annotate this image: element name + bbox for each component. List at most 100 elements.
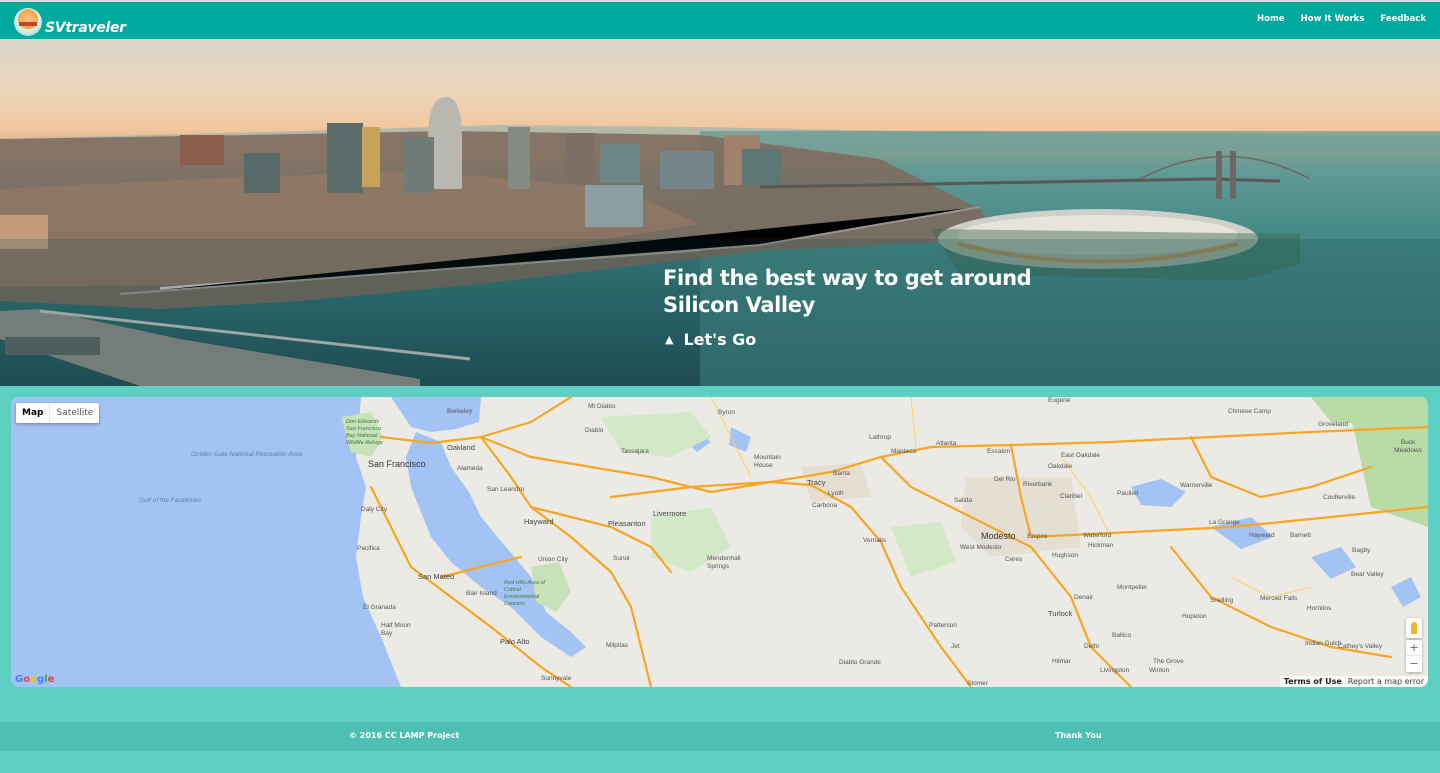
street-view-pegman-icon[interactable] xyxy=(1406,618,1422,638)
map-label: Daly City xyxy=(361,506,388,513)
map-label: Hayward xyxy=(1249,532,1275,539)
map-type-satellite-button[interactable]: Satellite xyxy=(50,403,99,423)
terms-of-use-link[interactable]: Terms of Use xyxy=(1284,677,1342,686)
navbar: SVtraveler Home How It Works Feedback xyxy=(0,0,1440,39)
zoom-out-button[interactable]: − xyxy=(1406,656,1422,672)
map-label: Union City xyxy=(538,556,568,563)
map-label: Salida xyxy=(954,497,973,504)
map-label: Chinese Camp xyxy=(1228,408,1271,415)
map-label: Turlock xyxy=(1048,609,1073,618)
map-label: Mendenhall Springs xyxy=(707,555,741,570)
map-label: Livingston xyxy=(1100,667,1130,674)
thank-you-text: Thank You xyxy=(1055,731,1102,740)
map-label: Palo Alto xyxy=(500,637,530,646)
map-label: Vernalis xyxy=(863,537,887,544)
map-label: Snelling xyxy=(1210,597,1234,604)
map-label: La Grange xyxy=(1209,519,1240,526)
map-type-control: Map Satellite xyxy=(16,403,100,423)
zoom-control: + − xyxy=(1406,640,1422,672)
map-label: El Granada xyxy=(363,604,396,611)
hero-headline: Find the best way to get around Silicon … xyxy=(663,266,1032,317)
map-label: Stomer xyxy=(967,680,988,687)
map-label: Ceres xyxy=(1005,556,1023,563)
map-label: San Mateo xyxy=(418,572,455,581)
map-label: Carbona xyxy=(812,502,837,509)
map-label: Coulterville xyxy=(1323,494,1356,501)
map-label: Sunol xyxy=(613,555,630,562)
map-label: Banta xyxy=(833,470,850,477)
navigation-arrow-icon: ▲ xyxy=(665,333,674,346)
nav-links: Home How It Works Feedback xyxy=(1257,14,1426,24)
golden-gate-logo-icon xyxy=(14,8,42,36)
hero-banner: Find the best way to get around Silicon … xyxy=(0,39,1440,386)
map-label: Oakdale xyxy=(1048,463,1073,470)
map-label: Hilmar xyxy=(1052,658,1071,665)
map-label: Hughson xyxy=(1052,552,1079,559)
map-label: San Francisco xyxy=(368,459,426,469)
report-map-error-link[interactable]: Report a map error xyxy=(1348,677,1424,686)
map-label: Mt Diablo xyxy=(588,403,616,410)
map-label: Byron xyxy=(718,409,735,416)
lets-go-button[interactable]: ▲ Let's Go xyxy=(665,330,756,349)
copyright-text: © 2016 CC LAMP Project xyxy=(349,731,460,740)
google-map[interactable]: Golden Gate National Recreation Area Gul… xyxy=(11,397,1428,687)
map-label: Winton xyxy=(1149,667,1170,674)
lets-go-label: Let's Go xyxy=(683,330,757,349)
map-label: Don Edwards San Francisco Bay National W… xyxy=(346,419,383,446)
map-label: Oakland xyxy=(447,443,475,452)
map-label: Eugene xyxy=(1048,397,1071,404)
brand-name: SVtraveler xyxy=(45,20,126,36)
brand[interactable]: SVtraveler xyxy=(14,4,126,38)
map-label: Sunnyvale xyxy=(541,675,572,682)
nav-link-feedback[interactable]: Feedback xyxy=(1380,14,1426,24)
map-label: Riverbank xyxy=(1023,481,1053,488)
map-label: Merced Falls xyxy=(1260,595,1298,602)
map-label: San Leandro xyxy=(487,486,525,493)
map-label: Paullell xyxy=(1117,490,1138,497)
map-label: West Modesto xyxy=(960,544,1002,551)
map-label: Warnerville xyxy=(1180,482,1213,489)
map-label: Half Moon Bay xyxy=(381,622,411,637)
map-label: Lathrop xyxy=(869,434,892,441)
map-label: Pacifica xyxy=(357,545,380,552)
map-label: Livermore xyxy=(653,509,687,518)
map-type-map-button[interactable]: Map xyxy=(16,403,51,423)
map-label: Del Rio xyxy=(994,476,1016,483)
map-label: Hornitos xyxy=(1307,605,1332,612)
map-label: Milpitas xyxy=(606,642,629,649)
map-label: Montpelier xyxy=(1117,584,1148,591)
map-label: Manteca xyxy=(891,448,916,455)
map-label: Claribel xyxy=(1060,493,1083,500)
map-label: Patterson xyxy=(929,622,957,629)
map-label: The Grove xyxy=(1153,658,1184,665)
map-label: Denair xyxy=(1074,594,1094,601)
map-label: Berkeley xyxy=(447,408,473,415)
map-label: Mountain House xyxy=(754,454,781,469)
map-label: Hopeton xyxy=(1182,613,1207,620)
map-label: Lyoth xyxy=(828,490,844,497)
map-label: Diablo xyxy=(585,427,604,434)
map-canvas[interactable] xyxy=(11,397,1428,687)
map-label: Bear Valley xyxy=(1351,571,1384,578)
map-label: Bair Island xyxy=(466,590,497,597)
map-label: Alameda xyxy=(457,465,483,472)
map-label: Escalon xyxy=(987,448,1011,455)
map-label: Tracy xyxy=(807,478,826,487)
map-label: East Oakdale xyxy=(1061,452,1101,459)
map-label: Jet xyxy=(951,643,960,650)
map-label: Modesto xyxy=(981,531,1016,541)
nav-link-how-it-works[interactable]: How It Works xyxy=(1301,14,1365,24)
map-label: Delhi xyxy=(1084,643,1099,650)
map-label: Ballico xyxy=(1112,632,1132,639)
map-label: Hayward xyxy=(524,517,554,526)
zoom-in-button[interactable]: + xyxy=(1406,640,1422,656)
map-attribution: Terms of Use Report a map error xyxy=(1279,676,1428,687)
map-label: Groveland xyxy=(1318,421,1348,428)
map-label: Cathey's Valley xyxy=(1338,643,1383,650)
map-label: Indian Gulch xyxy=(1305,640,1342,647)
map-label: Pleasanton xyxy=(608,519,646,528)
map-label: Red Hills Area of Critical Environmental… xyxy=(504,580,546,607)
nav-link-home[interactable]: Home xyxy=(1257,14,1285,24)
footer: © 2016 CC LAMP Project Thank You xyxy=(0,722,1440,751)
google-logo: Google xyxy=(15,674,55,685)
